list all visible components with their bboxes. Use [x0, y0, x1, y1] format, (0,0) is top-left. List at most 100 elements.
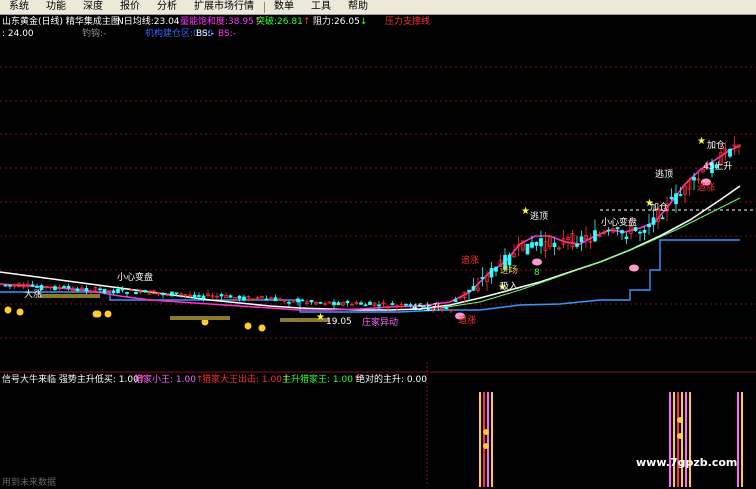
signal-star: ★	[521, 206, 530, 217]
candle-body	[674, 193, 678, 205]
candle-body	[377, 304, 381, 307]
label-caution-2: 小心变盘	[601, 218, 638, 228]
candle-body	[318, 301, 323, 304]
candle-body	[3, 284, 8, 287]
label-chase-3: 追涨	[697, 183, 716, 193]
candle-body	[98, 288, 102, 291]
candle-body	[8, 284, 12, 287]
candle-body	[75, 288, 80, 292]
ma-lime-line	[439, 197, 741, 309]
sub-signal-1: 信号大牛来临 强势主升低买: 1.00↑	[2, 375, 147, 385]
candle-body	[363, 304, 368, 307]
candle-body	[606, 229, 611, 232]
price-chart: ★★★★★	[0, 66, 756, 487]
ma-magenta-line	[0, 145, 741, 311]
bottom-note: 用到未来数据	[2, 478, 57, 488]
candle-body	[444, 306, 449, 310]
candle-body	[453, 299, 458, 302]
candle-body	[39, 285, 44, 290]
candle-body	[125, 292, 129, 294]
signal-star: ★	[697, 136, 706, 147]
candle-body	[287, 301, 291, 304]
candle-body	[552, 242, 557, 248]
sub-signal-3: 猎家大王出击: 1.00↑	[202, 375, 290, 385]
candle-body	[201, 295, 206, 299]
candle-body	[111, 290, 116, 294]
candle-body	[647, 223, 651, 228]
candle-body	[35, 286, 39, 288]
candle-body	[53, 286, 57, 291]
candle-body	[336, 302, 341, 306]
signal-band	[40, 294, 100, 298]
candle-body	[102, 288, 107, 294]
candle-body	[530, 242, 534, 248]
signal-dot	[4, 306, 12, 314]
candle-body	[579, 236, 584, 243]
candle-body	[84, 288, 89, 292]
candle-body	[642, 229, 647, 233]
candle-body	[467, 289, 471, 293]
label-big-rise: 大涨	[24, 290, 43, 300]
ma-white-line	[0, 185, 741, 311]
label-institution-move: 庄家异动	[362, 318, 399, 328]
candle-body	[620, 230, 624, 234]
candle-body	[692, 177, 696, 181]
candle-body	[534, 241, 539, 246]
candle-body	[525, 243, 530, 255]
candle-body	[575, 243, 579, 247]
candle-body	[296, 298, 300, 303]
candle-body	[30, 284, 35, 287]
candle-body	[134, 292, 138, 295]
signal-dot	[104, 310, 112, 318]
candle-body	[170, 291, 174, 297]
candle-body	[264, 298, 269, 301]
candle-body	[651, 217, 656, 225]
label-caution-1: 小心变盘	[117, 273, 154, 283]
label-escape-top-2: 逃顶	[655, 170, 674, 180]
candle-body	[237, 295, 242, 299]
label-chase-2: 追涨	[461, 256, 480, 266]
label-add-position-2: 加仓	[650, 203, 669, 213]
candle-body	[471, 286, 476, 291]
candle-body	[507, 254, 512, 266]
candle-body	[143, 290, 147, 293]
candle-body	[332, 301, 336, 306]
candle-body	[678, 194, 683, 196]
label-chase-1: 追涨	[458, 316, 477, 326]
sub-signal-bars	[479, 392, 743, 487]
signal-gem	[532, 258, 542, 266]
signal-gem	[629, 264, 639, 272]
candle-body	[669, 197, 674, 200]
candle-body	[309, 300, 314, 303]
candle-body	[480, 277, 485, 279]
candle-body	[660, 217, 665, 220]
candle-body	[161, 293, 165, 296]
candle-body	[593, 230, 597, 242]
candle-body	[390, 303, 395, 306]
label-absorb: 吸入	[500, 282, 519, 292]
candle-body	[228, 295, 233, 298]
signal-dot	[94, 310, 102, 318]
label-rise45-a: 45上升	[703, 162, 733, 172]
candle-body	[192, 294, 197, 298]
candle-body	[359, 302, 363, 305]
candle-body	[242, 296, 246, 301]
candle-body	[404, 303, 408, 306]
candle-body	[539, 238, 543, 247]
candle-body	[489, 268, 494, 278]
sub-signal-5: 绝对的主升: 0.00	[356, 375, 427, 385]
candle-body	[116, 288, 120, 294]
candle-body	[219, 294, 224, 297]
signal-dot	[244, 322, 252, 330]
sub-signal-dot	[483, 429, 489, 435]
signal-dot	[16, 308, 24, 316]
sub-signal-dot	[677, 417, 683, 423]
candle-body	[273, 297, 278, 302]
candle-body	[300, 299, 305, 302]
candle-body	[120, 288, 125, 291]
signal-band	[170, 316, 230, 320]
candle-body	[66, 285, 71, 289]
candle-body	[62, 286, 66, 288]
label-price: 19.05	[326, 317, 352, 327]
sub-signal-dot	[677, 433, 683, 439]
